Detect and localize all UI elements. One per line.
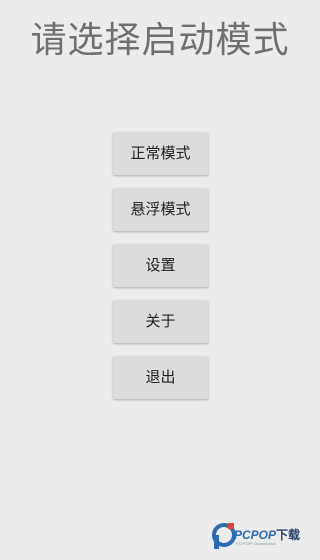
app-screen: 请选择启动模式 正常模式 悬浮模式 设置 关于 退出 PCPOP下载 PCPOP… <box>0 0 320 560</box>
exit-button[interactable]: 退出 <box>113 356 208 399</box>
watermark: PCPOP下载 PCPOP Download <box>212 521 316 551</box>
about-button[interactable]: 关于 <box>113 300 208 343</box>
watermark-suffix: 下载 <box>276 528 301 542</box>
page-title: 请选择启动模式 <box>30 20 290 61</box>
settings-button[interactable]: 设置 <box>113 244 208 287</box>
watermark-brand: PCPOP <box>234 528 277 542</box>
watermark-subtext: PCPOP Download <box>236 541 276 546</box>
floating-mode-button[interactable]: 悬浮模式 <box>113 188 208 231</box>
start-mode-menu: 正常模式 悬浮模式 设置 关于 退出 <box>113 132 208 412</box>
normal-mode-button[interactable]: 正常模式 <box>113 132 208 175</box>
